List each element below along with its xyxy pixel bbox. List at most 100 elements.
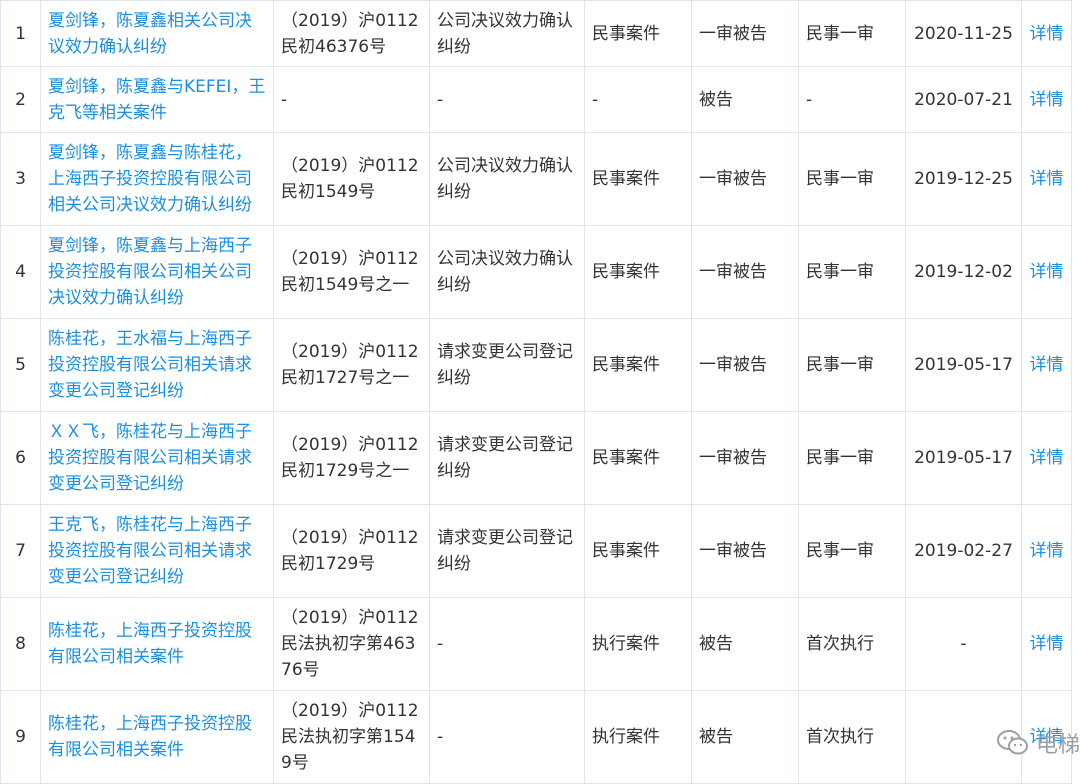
trial-stage: - [806,89,813,110]
trial-stage: 首次执行 [806,634,874,654]
case-number-cell: （2019）沪0112民初1549号之一 [273,225,430,319]
case-number: （2019）沪0112民初1729号之一 [281,435,419,481]
trial-stage: 民事一审 [806,23,874,44]
case-date-cell: 2019-12-02 [905,225,1022,319]
case-table-body: 1 夏剑锋，陈夏鑫相关公司决议效力确认纠纷 （2019）沪0112民初46376号公… [0,0,1072,784]
trial-stage: 民事一审 [806,541,874,561]
case-type: 民事案件 [592,448,660,468]
case-number: （2019）沪0112民初1727号之一 [281,342,419,388]
row-index: 4 [15,262,26,282]
party-role-cell: 一审被告 [691,411,799,505]
row-index-cell: 8 [0,597,41,691]
trial-stage: 民事一审 [806,262,874,282]
party-role-cell: 一审被告 [691,318,799,412]
party-role: 被告 [699,634,733,654]
table-row: 6 ＸＸ飞，陈桂花与上海西子投资控股有限公司相关请求变更公司登记纠纷 （2019）沪… [0,411,1072,505]
table-row: 8 陈桂花，上海西子投资控股有限公司相关案件 （2019）沪0112民法执初字第46… [0,597,1072,691]
trial-stage-cell: 民事一审 [798,0,906,67]
case-cause-cell: - [429,66,585,133]
case-cause: - [437,727,444,747]
table-row: 4 夏剑锋，陈夏鑫与上海西子投资控股有限公司相关公司决议效力确认纠纷 （2019）沪… [0,225,1072,319]
case-name-link-cell: 夏剑锋，陈夏鑫与陈桂花，上海西子投资控股有限公司相关公司决议效力确认纠纷 [40,132,274,226]
case-date: 2019-12-25 [914,169,1013,189]
table-row: 3 夏剑锋，陈夏鑫与陈桂花，上海西子投资控股有限公司相关公司决议效力确认纠纷 （20… [0,132,1072,226]
row-index-cell: 9 [0,690,41,784]
case-date: 2019-02-27 [914,541,1013,561]
case-name-link[interactable]: 王克飞，陈桂花与上海西子投资控股有限公司相关请求变更公司登记纠纷 [48,515,252,587]
detail-link[interactable]: 详情 [1030,90,1064,110]
case-type-cell: 民事案件 [584,318,692,412]
case-number-cell: （2019）沪0112民初1727号之一 [273,318,430,412]
case-name-link[interactable]: 陈桂花，上海西子投资控股有限公司相关案件 [48,714,252,760]
case-cause: 请求变更公司登记纠纷 [437,342,573,388]
case-type-cell: 执行案件 [584,597,692,691]
trial-stage-cell: 民事一审 [798,504,906,598]
case-type-cell: 执行案件 [584,690,692,784]
case-date: - [960,634,967,654]
case-cause-cell: - [429,597,585,691]
detail-link[interactable]: 详情 [1030,634,1064,654]
table-row: 7 王克飞，陈桂花与上海西子投资控股有限公司相关请求变更公司登记纠纷 （2019）沪… [0,504,1072,598]
case-name-link[interactable]: 夏剑锋，陈夏鑫与上海西子投资控股有限公司相关公司决议效力确认纠纷 [48,236,252,308]
row-index: 2 [15,89,26,110]
case-type: 民事案件 [592,23,660,44]
case-cause: 公司决议效力确认纠纷 [437,156,573,202]
case-name-link-cell: ＸＸ飞，陈桂花与上海西子投资控股有限公司相关请求变更公司登记纠纷 [40,411,274,505]
detail-link[interactable]: 详情 [1030,262,1064,282]
case-date: 2019-05-17 [914,355,1013,375]
case-name-link[interactable]: ＸＸ飞，陈桂花与上海西子投资控股有限公司相关请求变更公司登记纠纷 [48,422,252,494]
watermark-text: 电梯 [1035,733,1080,758]
case-name-link[interactable]: 夏剑锋，陈夏鑫相关公司决议效力确认纠纷 [48,11,252,57]
case-type-cell: - [584,66,692,133]
trial-stage: 民事一审 [806,448,874,468]
case-name-link[interactable]: 夏剑锋，陈夏鑫与陈桂花，上海西子投资控股有限公司相关公司决议效力确认纠纷 [48,143,252,215]
case-number: （2019）沪0112民初46376号 [281,10,419,57]
table-row: 1 夏剑锋，陈夏鑫相关公司决议效力确认纠纷 （2019）沪0112民初46376号公… [0,0,1072,67]
case-number: - [281,89,288,110]
detail-link[interactable]: 详情 [1030,24,1064,44]
case-number-cell: （2019）沪0112民法执初字第1549号 [273,690,430,784]
detail-link[interactable]: 详情 [1030,541,1064,561]
case-cause: - [437,634,444,654]
row-index-cell: 4 [0,225,41,319]
table-row: 9 陈桂花，上海西子投资控股有限公司相关案件 （2019）沪0112民法执初字第15… [0,690,1072,784]
case-name-link[interactable]: 夏剑锋，陈夏鑫与KEFEI，王克飞等相关案件 [48,77,265,123]
row-index-cell: 7 [0,504,41,598]
case-type: 执行案件 [592,634,660,654]
party-role: 被告 [699,89,733,110]
row-index: 5 [15,355,26,375]
case-number-cell: （2019）沪0112民初1729号之一 [273,411,430,505]
case-cause-cell: 请求变更公司登记纠纷 [429,318,585,412]
trial-stage: 民事一审 [806,355,874,375]
trial-stage-cell: 民事一审 [798,225,906,319]
row-index-cell: 2 [0,66,41,133]
case-number-cell: （2019）沪0112民初1549号 [273,132,430,226]
trial-stage: 首次执行 [806,727,874,747]
case-cause-cell: 公司决议效力确认纠纷 [429,225,585,319]
case-name-link-cell: 夏剑锋，陈夏鑫与KEFEI，王克飞等相关案件 [40,66,274,133]
case-cause-cell: 请求变更公司登记纠纷 [429,504,585,598]
case-cause-cell: 公司决议效力确认纠纷 [429,132,585,226]
case-number: （2019）沪0112民法执初字第46376号 [281,608,419,680]
detail-link[interactable]: 详情 [1030,448,1064,468]
party-role: 一审被告 [699,23,767,44]
row-index: 1 [15,23,26,44]
party-role-cell: 一审被告 [691,504,799,598]
row-index: 8 [15,634,26,654]
row-index-cell: 5 [0,318,41,412]
case-number: （2019）沪0112民初1549号之一 [281,249,419,295]
detail-link[interactable]: 详情 [1030,169,1064,189]
case-type-cell: 民事案件 [584,504,692,598]
row-index-cell: 3 [0,132,41,226]
case-name-link[interactable]: 陈桂花，王水福与上海西子投资控股有限公司相关请求变更公司登记纠纷 [48,329,252,401]
case-cause: - [437,89,444,110]
case-name-link[interactable]: 陈桂花，上海西子投资控股有限公司相关案件 [48,621,252,667]
case-number: （2019）沪0112民法执初字第1549号 [281,701,419,773]
party-role-cell: 一审被告 [691,0,799,67]
detail-link[interactable]: 详情 [1030,355,1064,375]
detail-link-cell: 详情 [1021,318,1072,412]
detail-link-cell: 详情 [1021,132,1072,226]
row-index: 6 [15,448,26,468]
case-number: （2019）沪0112民初1549号 [281,156,419,202]
party-role: 一审被告 [699,355,767,375]
